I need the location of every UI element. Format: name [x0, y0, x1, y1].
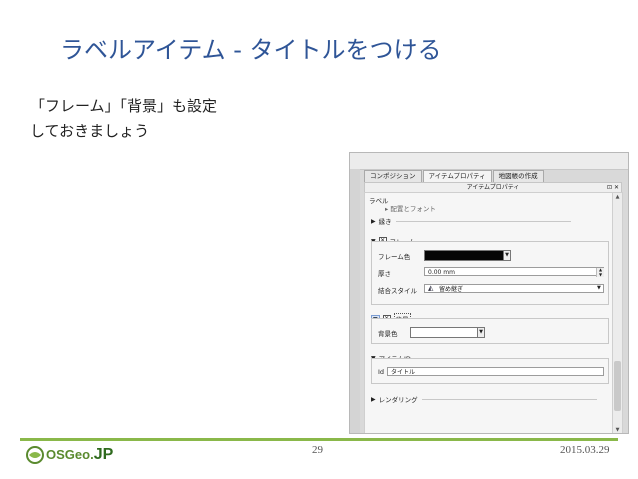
item-id-groupbox: Id タイトル	[371, 358, 609, 384]
osgeo-jp-logo: OSGeo.JP	[24, 446, 113, 464]
frame-color-swatch[interactable]	[424, 250, 504, 261]
expand-arrow-icon[interactable]: ▶	[371, 396, 376, 403]
background-color-dropdown-icon[interactable]: ▼	[477, 327, 485, 338]
vertical-scrollbar[interactable]: ▲ ▼	[612, 192, 623, 433]
truncated-group: ▸ 配置とフォント	[385, 205, 436, 213]
thickness-input[interactable]: 0.00 mm	[424, 267, 604, 276]
slide-title: ラベルアイテム - タイトルをつける	[60, 36, 442, 64]
background-color-label: 背景色	[378, 330, 398, 338]
slide-date: 2015.03.29	[560, 444, 610, 456]
scroll-down-icon[interactable]: ▼	[613, 426, 622, 433]
panel-tabs: コンポジション アイテムプロパティ 地図帳の作成	[364, 170, 545, 182]
panel-float-close-icon[interactable]: ⊡ ✕	[607, 183, 619, 192]
group-position[interactable]: ▶ 縁き	[371, 216, 571, 226]
background-groupbox: 背景色 ▼	[371, 318, 609, 344]
frame-color-dropdown-icon[interactable]: ▼	[503, 250, 511, 261]
group-rendering[interactable]: ▶ レンダリング	[371, 394, 597, 404]
join-style-dropdown-icon[interactable]: ▼	[597, 285, 601, 291]
logo-text: OSGeo.JP	[46, 446, 114, 463]
tab-atlas-generation[interactable]: 地図帳の作成	[492, 170, 544, 182]
osgeo-globe-icon	[26, 446, 44, 464]
thickness-spinner-icon[interactable]: ▲ ▼	[596, 267, 604, 277]
scrollbar-thumb[interactable]	[614, 361, 621, 411]
frame-color-label: フレーム色	[378, 253, 411, 261]
group-rendering-label: レンダリング	[378, 396, 418, 404]
footer-divider	[20, 438, 618, 441]
logo-jp: JP	[93, 446, 114, 463]
group-position-label: 縁き	[378, 218, 392, 226]
body-line-1: 「フレーム」「背景」も設定	[30, 97, 218, 115]
body-line-2: しておきましょう	[30, 122, 150, 140]
join-style-label: 結合スタイル	[378, 287, 417, 295]
background-color-swatch[interactable]	[410, 327, 478, 338]
panel-header-title: アイテムプロパティ	[466, 184, 520, 191]
divider	[421, 398, 597, 400]
thickness-label: 厚さ	[378, 270, 391, 278]
join-style-select[interactable]: 留め継ぎ	[424, 284, 604, 293]
miter-join-icon: ◭	[428, 284, 434, 292]
slide-body: 「フレーム」「背景」も設定 しておきましょう	[30, 94, 217, 144]
divider	[395, 220, 571, 222]
tab-item-properties[interactable]: アイテムプロパティ	[422, 170, 492, 182]
frame-groupbox: フレーム色 ▼ 厚さ 0.00 mm ▲ ▼ 結合スタイル 留め継ぎ ◭ ▼	[371, 241, 609, 305]
id-label: Id	[378, 368, 385, 376]
scroll-up-icon[interactable]: ▲	[613, 193, 622, 201]
qgis-properties-screenshot: コンポジション アイテムプロパティ 地図帳の作成 アイテムプロパティ ⊡ ✕ ラ…	[349, 152, 629, 434]
id-input[interactable]: タイトル	[387, 367, 604, 376]
page-number: 29	[312, 444, 323, 456]
expand-arrow-icon[interactable]: ▶	[371, 218, 376, 225]
panel-topbar	[350, 153, 628, 170]
properties-content: ラベル ▸ 配置とフォント ▶ 縁き ▼ ✕ フレーム フレーム色 ▼ 厚さ 0…	[364, 192, 614, 433]
panel-left-margin	[350, 169, 360, 433]
tab-composition[interactable]: コンポジション	[364, 170, 422, 182]
